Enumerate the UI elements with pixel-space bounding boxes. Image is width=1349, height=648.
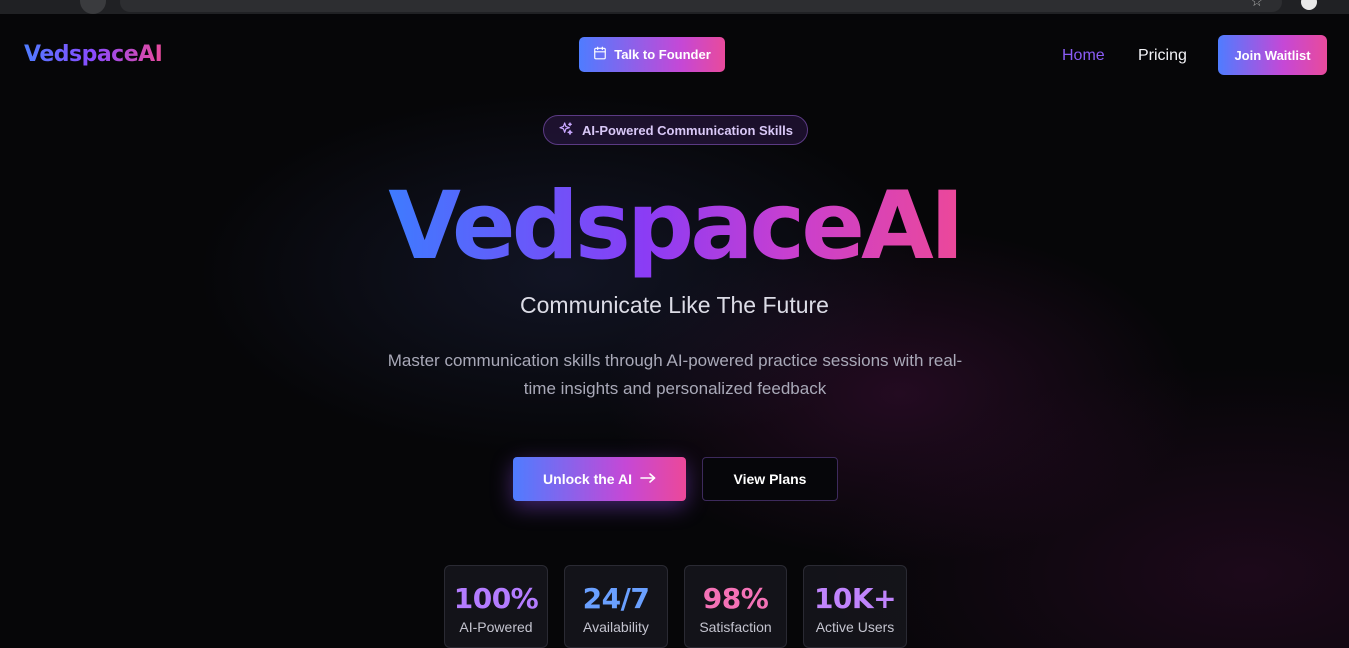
stat-label: Active Users bbox=[815, 619, 895, 635]
arrow-right-icon bbox=[640, 471, 656, 487]
nav-home-link[interactable]: Home bbox=[1062, 47, 1105, 65]
nav-pricing-link[interactable]: Pricing bbox=[1138, 47, 1187, 65]
stat-value: 100% bbox=[453, 582, 539, 615]
landing-page: VedspaceAI Talk to Founder Home Pricing … bbox=[0, 14, 1349, 648]
stat-card-satisfaction: 98% Satisfaction bbox=[684, 565, 787, 648]
stat-label: Availability bbox=[583, 619, 649, 635]
talk-to-founder-button[interactable]: Talk to Founder bbox=[579, 37, 725, 72]
badge-label: AI-Powered Communication Skills bbox=[582, 122, 793, 138]
stat-value: 10K+ bbox=[813, 582, 897, 615]
sparkles-icon bbox=[558, 121, 574, 140]
unlock-ai-button[interactable]: Unlock the AI bbox=[513, 457, 686, 501]
stat-value: 98% bbox=[702, 582, 769, 615]
view-plans-button[interactable]: View Plans bbox=[702, 457, 838, 501]
brand-logo[interactable]: VedspaceAI bbox=[24, 42, 163, 67]
hero-title-text: VedspaceAI bbox=[388, 172, 965, 281]
ai-powered-badge: AI-Powered Communication Skills bbox=[543, 115, 808, 145]
address-bar[interactable] bbox=[120, 0, 1282, 12]
hero-title: VedspaceAI bbox=[0, 172, 1349, 282]
profile-avatar[interactable] bbox=[1301, 0, 1317, 10]
join-waitlist-button[interactable]: Join Waitlist bbox=[1218, 35, 1327, 75]
stat-label: AI-Powered bbox=[459, 619, 533, 635]
reload-button[interactable] bbox=[80, 0, 106, 14]
stat-value: 24/7 bbox=[582, 582, 650, 615]
stat-card-ai-powered: 100% AI-Powered bbox=[444, 565, 548, 648]
hero-subtitle: Communicate Like The Future bbox=[520, 292, 829, 318]
hero-description: Master communication skills through AI-p… bbox=[387, 351, 963, 398]
calendar-icon bbox=[593, 46, 607, 63]
talk-to-founder-label: Talk to Founder bbox=[614, 47, 711, 62]
stat-label: Satisfaction bbox=[699, 619, 772, 635]
stat-card-availability: 24/7 Availability bbox=[564, 565, 668, 648]
unlock-ai-label: Unlock the AI bbox=[543, 471, 632, 487]
bookmark-star-icon[interactable]: ☆ bbox=[1250, 0, 1263, 10]
browser-chrome: ☆ bbox=[0, 0, 1349, 14]
stat-card-active-users: 10K+ Active Users bbox=[803, 565, 907, 648]
